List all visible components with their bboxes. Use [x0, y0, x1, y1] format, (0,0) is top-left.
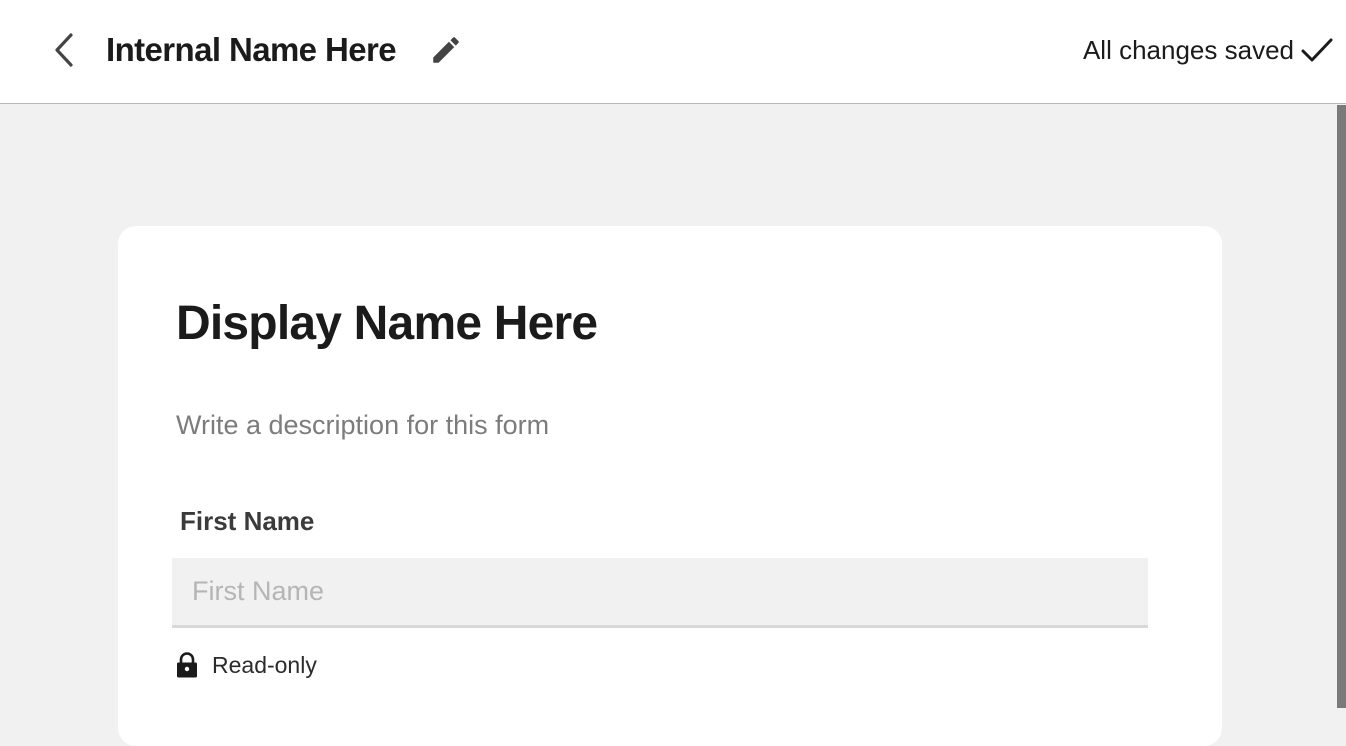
form-display-name[interactable]: Display Name Here	[176, 296, 598, 352]
first-name-field[interactable]	[172, 558, 1148, 628]
chevron-left-icon	[55, 33, 73, 67]
page-scrollbar[interactable]	[1337, 105, 1346, 708]
top-bar: Internal Name Here All changes saved	[0, 0, 1346, 104]
form-card: Display Name Here Write a description fo…	[118, 226, 1222, 746]
internal-name-title: Internal Name Here	[106, 31, 397, 68]
first-name-label: First Name	[180, 506, 315, 536]
save-status: All changes saved	[1083, 32, 1334, 68]
edit-name-button[interactable]	[428, 32, 464, 68]
pencil-icon	[433, 37, 459, 63]
scrollbar-thumb[interactable]	[1337, 105, 1346, 708]
lock-icon	[177, 652, 197, 678]
read-only-indicator: Read-only	[176, 650, 317, 680]
back-button[interactable]	[44, 28, 84, 72]
save-status-text: All changes saved	[1082, 35, 1294, 65]
form-description[interactable]: Write a description for this form	[176, 407, 549, 443]
checkmark-icon	[1301, 38, 1333, 62]
read-only-text: Read-only	[212, 652, 317, 678]
